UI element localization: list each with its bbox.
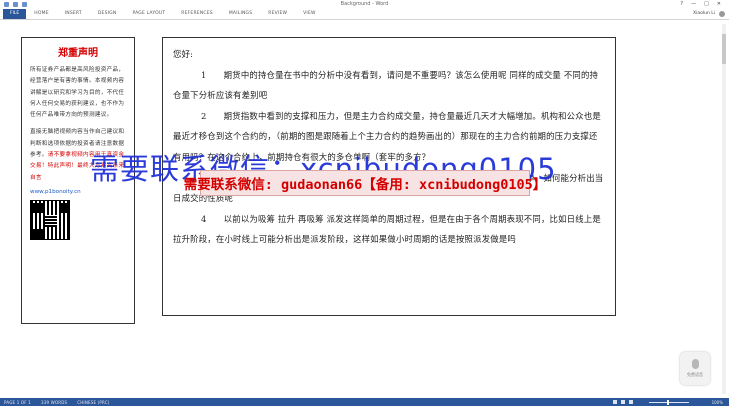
close-button[interactable]: ✕ — [717, 1, 721, 7]
disclaimer-title: 郑重声明 — [58, 48, 98, 59]
voice-widget-label: 免费语音 — [687, 372, 703, 377]
vertical-scrollbar[interactable] — [722, 24, 726, 394]
tab-file[interactable]: FILE — [3, 8, 27, 19]
tab-view[interactable]: VIEW — [295, 11, 324, 16]
paragraph-4: 4 以前以为吸筹 拉升 再吸筹 派发这样简单的周期过程，但是在由于各个周期表现不… — [173, 213, 601, 245]
tab-review[interactable]: REVIEW — [260, 11, 295, 16]
scrollbar-thumb[interactable] — [722, 34, 726, 64]
greeting: 您好: — [173, 49, 194, 59]
tab-references[interactable]: REFERENCES — [173, 11, 221, 16]
watermark-strip: 需要联系微信: gudaonan66【备用: xcnibudong0105】 — [184, 170, 546, 196]
window-controls: ? — □ ✕ — [680, 1, 721, 7]
zoom-slider-knob[interactable] — [667, 399, 669, 405]
window-title: Background - Word — [340, 1, 389, 7]
zoom-slider-track[interactable] — [649, 399, 689, 405]
disclaimer-text: 所有证券产品都是高风险投资产品，经营落户是有害的事情。本视频内容讲解是以研究和学… — [30, 67, 125, 119]
qr-code-icon — [30, 199, 70, 240]
help-button[interactable]: ? — [680, 1, 683, 7]
minimize-button[interactable]: — — [691, 1, 696, 7]
tab-insert[interactable]: INSERT — [57, 11, 90, 16]
ribbon-tabs: FILE HOME INSERT DESIGN PAGE LAYOUT REFE… — [0, 8, 729, 20]
microphone-icon[interactable] — [691, 359, 699, 369]
view-buttons — [613, 400, 633, 404]
watermark-strip-text: 需要联系微信: gudaonan66【备用: xcnibudong0105】 — [183, 177, 547, 193]
web-layout-icon[interactable] — [629, 400, 633, 404]
tab-design[interactable]: DESIGN — [90, 11, 125, 16]
title-bar: Background - Word ? — □ ✕ — [0, 0, 729, 8]
word-count[interactable]: 339 WORDS — [41, 400, 67, 405]
language-indicator[interactable]: CHINESE (PRC) — [77, 400, 109, 405]
maximize-button[interactable]: □ — [704, 1, 709, 7]
tab-page-layout[interactable]: PAGE LAYOUT — [124, 11, 173, 16]
website-link[interactable]: www.p1bonoity.cn — [30, 189, 126, 195]
paragraph-1: 1 期货中的持仓量在书中的分析中没有看到，请问是不重要吗？该怎么使用呢 同样的成… — [173, 69, 599, 101]
tab-mailings[interactable]: MAILINGS — [221, 11, 260, 16]
user-name[interactable]: Xiaolun Li — [693, 11, 715, 16]
disclaimer-warning-prefix: 直接无脑把视频内容当作自己建议和判断和选项依据的投资者请注意 — [30, 129, 125, 147]
page-count[interactable]: PAGE 1 OF 1 — [4, 400, 31, 405]
user-avatar-icon[interactable] — [719, 10, 725, 17]
tab-home[interactable]: HOME — [26, 11, 56, 16]
read-mode-icon[interactable] — [613, 400, 617, 404]
voice-input-widget[interactable]: 免费语音 — [680, 352, 710, 385]
print-layout-icon[interactable] — [621, 400, 625, 404]
zoom-level[interactable]: 100% — [712, 400, 723, 405]
zoom-slider[interactable] — [649, 399, 689, 405]
status-bar: PAGE 1 OF 1 339 WORDS CHINESE (PRC) 100% — [0, 398, 729, 406]
